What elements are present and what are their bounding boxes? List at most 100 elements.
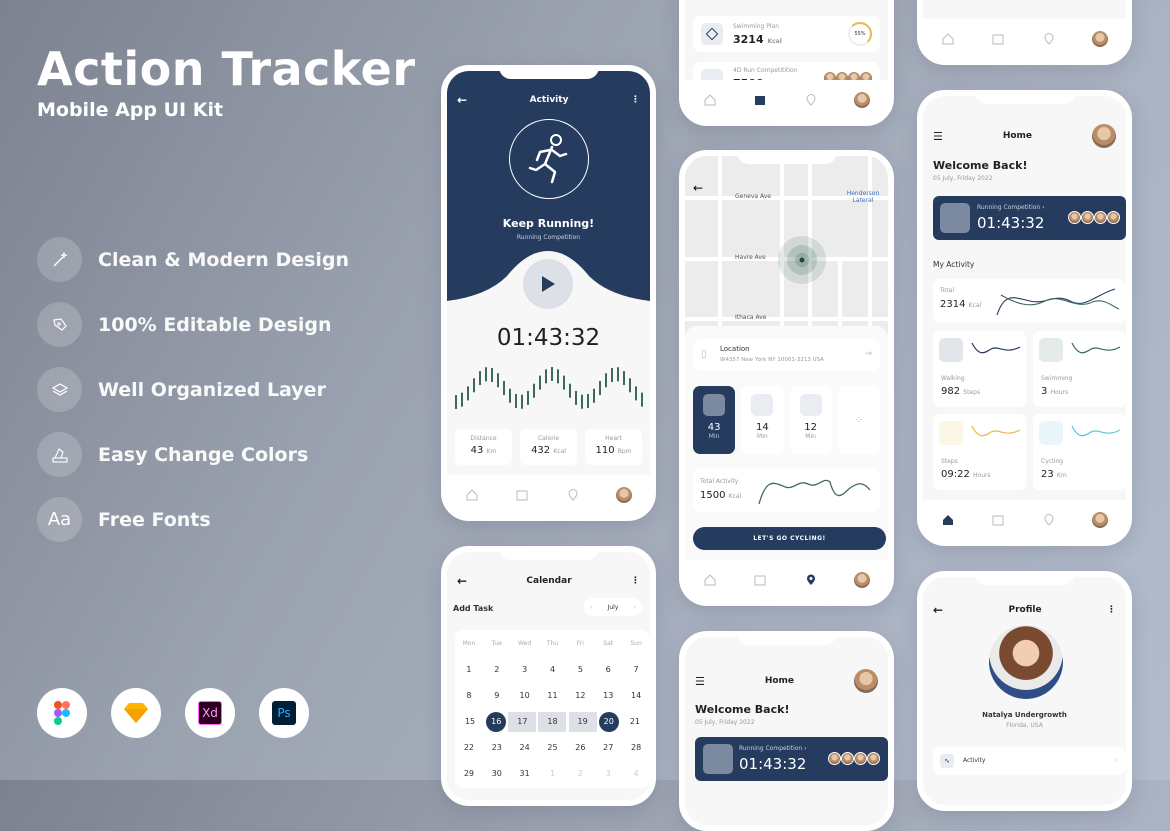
- activity-option-selected[interactable]: 43 Min: [693, 386, 736, 454]
- calendar-icon[interactable]: [991, 32, 1005, 46]
- walking-icon: [799, 394, 822, 416]
- activity-tile[interactable]: Swimming 3 Hours: [1033, 331, 1126, 407]
- wave-bar: [461, 392, 463, 407]
- location-icon[interactable]: [1042, 32, 1056, 46]
- magic-wand-icon: [37, 237, 82, 282]
- home-icon[interactable]: [465, 488, 479, 502]
- color-swatch-icon: [37, 432, 82, 477]
- map[interactable]: ← Geneva Ave Havre Ave Ithaca Ave Hender…: [685, 156, 888, 336]
- wave-bar: [545, 369, 547, 384]
- home-icon[interactable]: [703, 93, 717, 107]
- calendar-day[interactable]: 17: [508, 712, 537, 732]
- weekday-label: Mon: [462, 640, 476, 647]
- tile-sparkline: [1071, 342, 1121, 354]
- activity-tile[interactable]: Cycling 23 Km: [1033, 414, 1126, 490]
- calendar-day[interactable]: 2: [483, 660, 511, 680]
- calendar-day[interactable]: 10: [511, 686, 539, 706]
- wave-bar: [617, 367, 619, 382]
- calendar-icon[interactable]: [991, 513, 1005, 527]
- calendar-day[interactable]: 3: [594, 764, 622, 784]
- more-options-icon[interactable]: ⁘: [837, 386, 880, 454]
- calendar-day[interactable]: 22: [455, 738, 483, 758]
- welcome-text: Welcome Back!: [695, 703, 790, 716]
- calendar-day[interactable]: 4: [622, 764, 650, 784]
- calendar-day[interactable]: 21: [621, 712, 649, 732]
- calendar-day[interactable]: 29: [455, 764, 483, 784]
- location-icon[interactable]: [804, 93, 818, 107]
- competition-card[interactable]: Running Competition › 01:43:32: [695, 737, 888, 781]
- calendar-day[interactable]: 9: [483, 686, 511, 706]
- menu-icon[interactable]: ☰: [933, 130, 943, 143]
- avatar[interactable]: [853, 572, 870, 588]
- calendar-day[interactable]: 4: [539, 660, 567, 680]
- location-icon[interactable]: [804, 573, 818, 587]
- cta-button[interactable]: LET'S GO CYCLING!: [693, 527, 886, 550]
- calendar-day[interactable]: 1: [539, 764, 567, 784]
- calendar-day[interactable]: 26: [566, 738, 594, 758]
- wave-bar: [641, 392, 643, 407]
- calendar-day[interactable]: 27: [594, 738, 622, 758]
- home-icon[interactable]: [703, 573, 717, 587]
- avatar[interactable]: [1091, 512, 1108, 528]
- avatar[interactable]: [615, 487, 632, 503]
- calendar-day[interactable]: 13: [594, 686, 622, 706]
- more-icon[interactable]: ⋮: [631, 576, 640, 586]
- calendar-day[interactable]: 8: [455, 686, 483, 706]
- wave-bar: [623, 371, 625, 386]
- welcome-text: Welcome Back!: [933, 159, 1028, 172]
- plan-card[interactable]: Swimming Plan 3214 Kcal 55%: [693, 16, 880, 52]
- calendar-day[interactable]: 16: [486, 712, 507, 732]
- calendar-day[interactable]: 3: [511, 660, 539, 680]
- calendar-day[interactable]: 15: [456, 712, 484, 732]
- calendar-day[interactable]: 14: [622, 686, 650, 706]
- home-icon[interactable]: [941, 32, 955, 46]
- next-month-icon[interactable]: ›: [634, 604, 636, 611]
- map-screen: ← Geneva Ave Havre Ave Ithaca Ave Hender…: [679, 150, 894, 606]
- location-icon[interactable]: [1042, 513, 1056, 527]
- calendar-day[interactable]: 23: [483, 738, 511, 758]
- avatar[interactable]: [1091, 124, 1116, 148]
- month-selector[interactable]: ‹ July ›: [584, 598, 642, 616]
- avatar[interactable]: [853, 669, 878, 693]
- prev-month-icon[interactable]: ‹: [590, 604, 592, 611]
- back-arrow-icon[interactable]: ←: [457, 93, 467, 107]
- play-button[interactable]: [523, 259, 573, 309]
- activity-option[interactable]: 14 Min: [741, 386, 784, 454]
- calendar-day[interactable]: 12: [566, 686, 594, 706]
- calendar-icon[interactable]: [753, 93, 767, 107]
- menu-item-activity[interactable]: ∿ Activity ›: [933, 747, 1126, 775]
- calendar-day[interactable]: 20: [598, 712, 619, 732]
- calendar-day[interactable]: 2: [566, 764, 594, 784]
- back-arrow-icon[interactable]: ←: [693, 181, 703, 195]
- more-icon[interactable]: ⋮: [1107, 605, 1116, 615]
- calendar-day[interactable]: 7: [622, 660, 650, 680]
- avatar[interactable]: [853, 92, 870, 108]
- location-icon[interactable]: [566, 488, 580, 502]
- location-card[interactable]: ▯ Location W4357 New York NY 10001-3213 …: [693, 339, 880, 371]
- activity-option[interactable]: 12 Min: [789, 386, 832, 454]
- calendar-day[interactable]: 1: [455, 660, 483, 680]
- wave-bar: [527, 390, 529, 405]
- calendar-day[interactable]: 18: [538, 712, 567, 732]
- calendar-day[interactable]: 31: [511, 764, 539, 784]
- calendar-day[interactable]: 30: [483, 764, 511, 784]
- more-icon[interactable]: ⋮: [631, 95, 640, 105]
- menu-icon[interactable]: ☰: [695, 675, 705, 688]
- calendar-day[interactable]: 19: [568, 712, 597, 732]
- calendar-day[interactable]: 28: [622, 738, 650, 758]
- activity-tile[interactable]: Walking 982 Steps: [933, 331, 1026, 407]
- back-arrow-icon[interactable]: ←: [933, 603, 943, 617]
- back-arrow-icon[interactable]: ←: [457, 574, 467, 588]
- competition-card[interactable]: Running Competition › 01:43:32: [933, 196, 1126, 240]
- calendar-icon[interactable]: [515, 488, 529, 502]
- calendar-day[interactable]: 24: [511, 738, 539, 758]
- total-card[interactable]: Total 2314 Kcal: [933, 279, 1126, 323]
- activity-tile[interactable]: Steps 09:22 Hours: [933, 414, 1026, 490]
- calendar-icon[interactable]: [753, 573, 767, 587]
- calendar-day[interactable]: 25: [539, 738, 567, 758]
- calendar-day[interactable]: 5: [566, 660, 594, 680]
- calendar-day[interactable]: 11: [539, 686, 567, 706]
- avatar[interactable]: [1091, 31, 1108, 47]
- home-icon[interactable]: [941, 513, 955, 527]
- calendar-day[interactable]: 6: [594, 660, 622, 680]
